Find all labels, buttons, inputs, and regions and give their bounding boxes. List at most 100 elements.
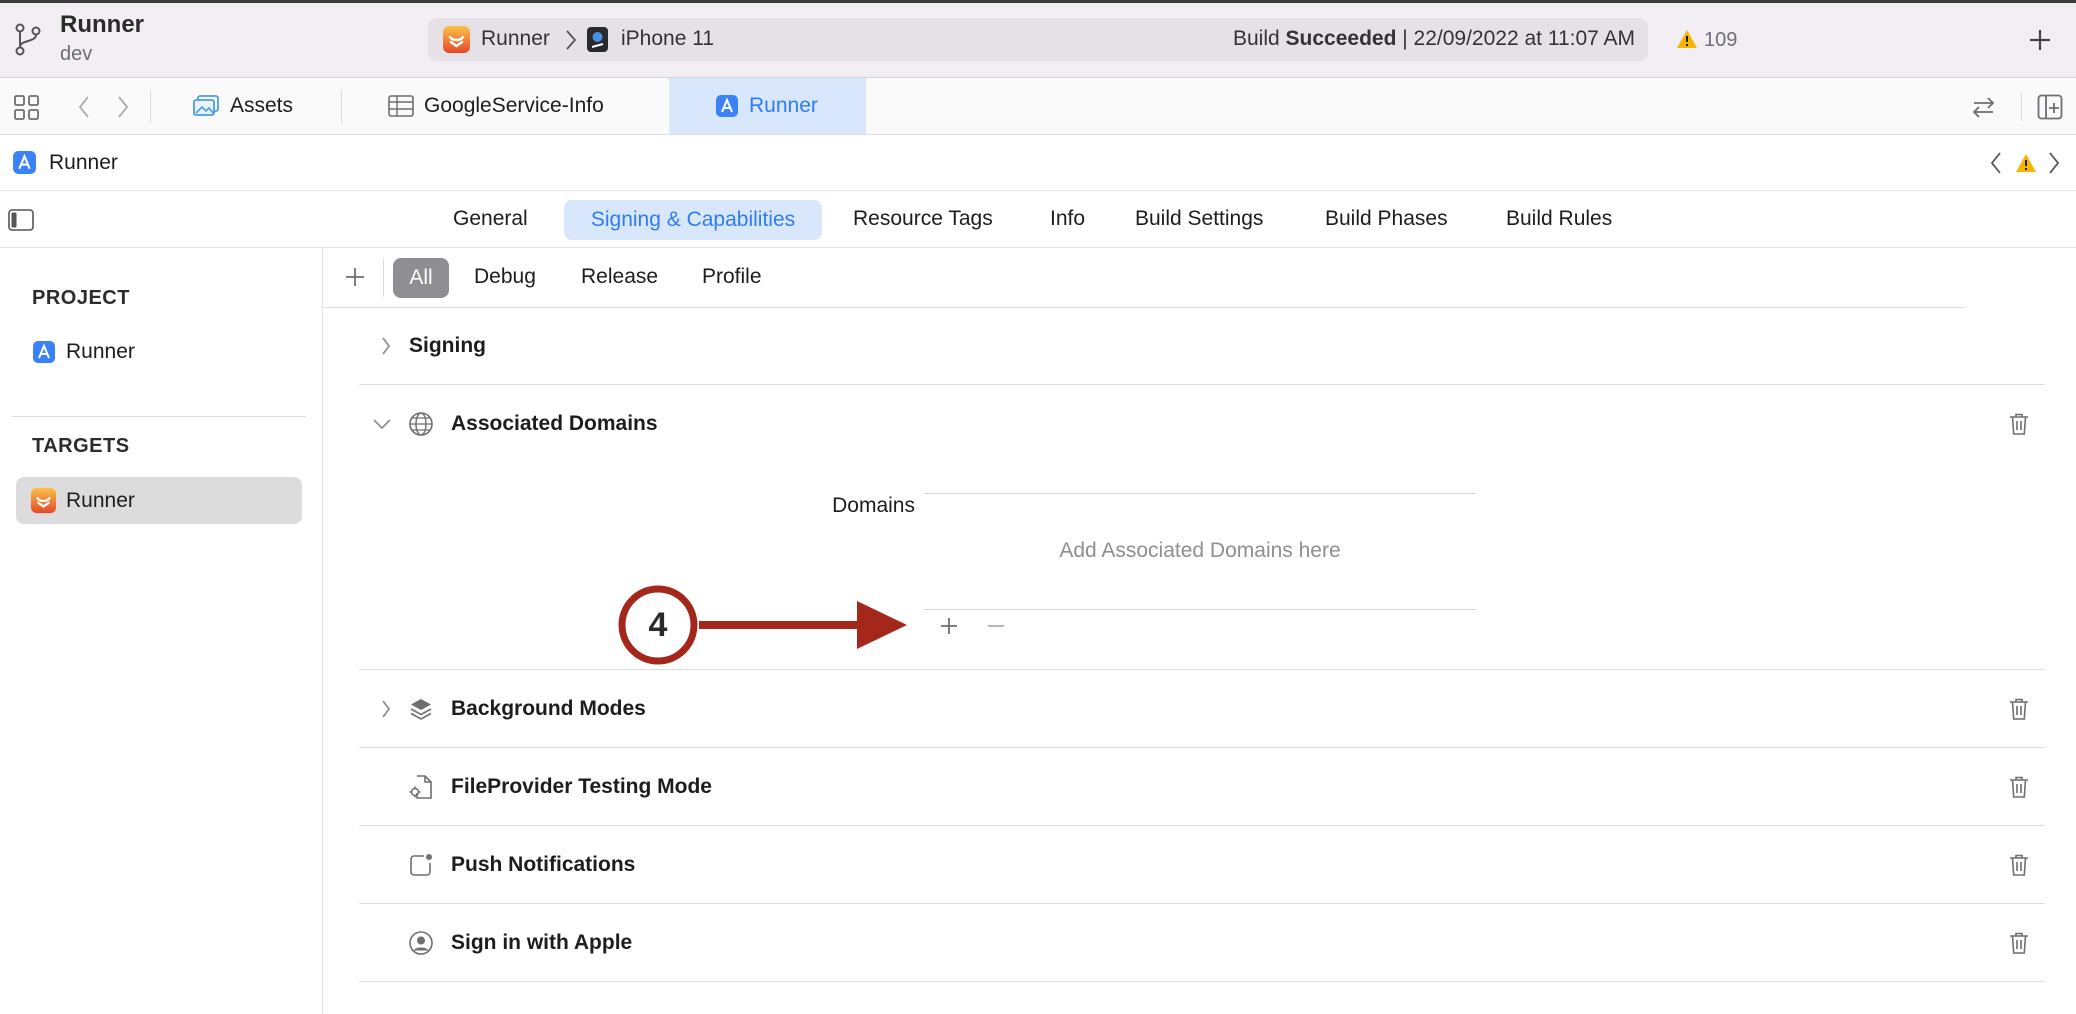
tab-googleservice-info[interactable]: GoogleService-Info (342, 78, 669, 134)
globe-icon (409, 412, 433, 436)
simulator-device-icon (587, 27, 608, 52)
filter-profile[interactable]: Profile (702, 263, 762, 291)
capability-background-modes[interactable]: Background Modes (359, 670, 2045, 748)
capability-title: Push Notifications (451, 853, 636, 876)
add-editor-icon[interactable] (2037, 94, 2063, 120)
jump-bar-item[interactable]: Runner (49, 149, 118, 177)
project-target-sidebar: PROJECT Runner TARGETS Runner (0, 248, 323, 1014)
tab-signing-capabilities[interactable]: Signing & Capabilities (564, 200, 822, 240)
sidebar-divider (12, 416, 306, 417)
warning-icon[interactable] (2015, 153, 2037, 173)
chevron-right-icon[interactable] (381, 336, 391, 356)
forward-chevron-icon[interactable] (117, 95, 129, 119)
document-gear-icon (409, 775, 432, 799)
trash-icon[interactable] (2007, 853, 2031, 877)
domains-field-label: Domains (832, 494, 915, 517)
runner-app-icon (30, 487, 57, 514)
tab-info[interactable]: Info (1050, 205, 1085, 233)
project-item-label: Runner (66, 340, 135, 363)
back-chevron-icon[interactable] (78, 95, 90, 119)
capability-title: Sign in with Apple (451, 931, 633, 954)
trash-icon[interactable] (2007, 931, 2031, 955)
filter-debug[interactable]: Debug (474, 263, 536, 291)
chevron-down-icon[interactable] (372, 418, 392, 430)
tab-resource-tags[interactable]: Resource Tags (853, 205, 993, 233)
capability-fileprovider-testing-mode[interactable]: FileProvider Testing Mode (359, 748, 2045, 826)
project-item-runner[interactable]: Runner (16, 328, 302, 375)
chevron-right-icon[interactable] (381, 699, 391, 719)
tab-build-rules[interactable]: Build Rules (1506, 205, 1612, 233)
app-icon (33, 341, 55, 363)
trash-icon[interactable] (2007, 697, 2031, 721)
grid-icon[interactable] (13, 94, 40, 121)
runner-app-icon (443, 26, 470, 53)
window-toolbar: Runner dev Runner iPhone 11 Build Succee… (0, 0, 2076, 78)
add-domain-button[interactable] (937, 614, 961, 638)
domains-table-bottom (924, 609, 1476, 610)
capability-title: Associated Domains (451, 412, 658, 435)
project-editor-tabs: General Signing & Capabilities Resource … (0, 191, 2076, 248)
capability-signing[interactable]: Signing (359, 307, 2045, 385)
capability-push-notifications[interactable]: Push Notifications (359, 826, 2045, 904)
domains-placeholder: Add Associated Domains here (1059, 539, 1341, 562)
build-status-detail: | 22/09/2022 at 11:07 AM (1402, 27, 1635, 50)
trash-icon[interactable] (2007, 412, 2031, 436)
target-item-label: Runner (66, 489, 135, 512)
editor-tab-bar: Assets GoogleService-Info Runner (0, 78, 2076, 135)
app-icon (13, 151, 36, 174)
swap-arrows-icon[interactable] (1970, 94, 1997, 121)
tab-label: GoogleService-Info (424, 94, 604, 117)
build-status: Build Succeeded | 22/09/2022 at 11:07 AM (1233, 25, 1635, 53)
branch-icon[interactable] (13, 22, 43, 57)
notification-badge-icon (410, 854, 432, 876)
project-title: Runner (60, 11, 144, 38)
capabilities-list: Signing Associated Domains Domains Add A… (359, 307, 2045, 983)
build-status-result: Succeeded (1285, 27, 1397, 50)
scheme-selector[interactable]: Runner iPhone 11 Build Succeeded | 22/09… (428, 18, 1648, 61)
annotation-arrow (699, 601, 907, 649)
tab-label: Runner (749, 94, 818, 117)
capability-sign-in-with-apple[interactable]: Sign in with Apple (359, 904, 2045, 982)
tab-assets[interactable]: Assets (151, 78, 341, 134)
next-issue-icon[interactable] (2048, 151, 2060, 175)
domains-table-top (924, 493, 1476, 494)
person-circle-icon (409, 931, 433, 955)
image-icon (193, 95, 219, 116)
trash-icon[interactable] (2007, 775, 2031, 799)
filter-all[interactable]: All (393, 258, 449, 298)
tab-runner[interactable]: Runner (669, 78, 866, 134)
layers-icon (410, 699, 432, 720)
app-icon (716, 95, 738, 117)
step-annotation-number: 4 (648, 606, 668, 644)
previous-issue-icon[interactable] (1990, 151, 2002, 175)
warning-icon[interactable] (1676, 29, 1698, 49)
capability-title: FileProvider Testing Mode (451, 775, 712, 798)
warning-count[interactable]: 109 (1704, 26, 1737, 54)
chevron-right-icon (566, 30, 577, 50)
filter-separator (383, 259, 384, 297)
tab-label: Assets (230, 94, 294, 117)
tab-build-settings[interactable]: Build Settings (1135, 205, 1263, 233)
branch-name[interactable]: dev (60, 40, 92, 68)
tab-general[interactable]: General (453, 205, 528, 233)
target-item-runner[interactable]: Runner (16, 477, 302, 524)
table-icon (388, 95, 414, 117)
window-top-edge (0, 0, 2076, 3)
toolbar-separator (2021, 92, 2022, 121)
capability-associated-domains: Associated Domains Domains Add Associate… (359, 385, 2045, 670)
tab-build-phases[interactable]: Build Phases (1325, 205, 1448, 233)
project-heading: PROJECT (32, 287, 130, 309)
capability-title: Background Modes (451, 697, 646, 720)
add-capability-icon[interactable] (343, 265, 367, 289)
configuration-filter-bar: All Debug Release Profile (323, 248, 1965, 308)
filter-release[interactable]: Release (581, 263, 658, 291)
sidebar-toggle-icon[interactable] (8, 209, 34, 231)
scheme-target[interactable]: Runner (481, 25, 550, 53)
build-status-prefix: Build (1232, 27, 1280, 50)
capability-title: Signing (409, 334, 486, 357)
remove-domain-button[interactable] (984, 614, 1008, 638)
scheme-device[interactable]: iPhone 11 (621, 25, 714, 53)
add-icon[interactable] (2028, 28, 2052, 52)
jump-bar: Runner (0, 135, 2076, 191)
targets-heading: TARGETS (32, 435, 130, 457)
